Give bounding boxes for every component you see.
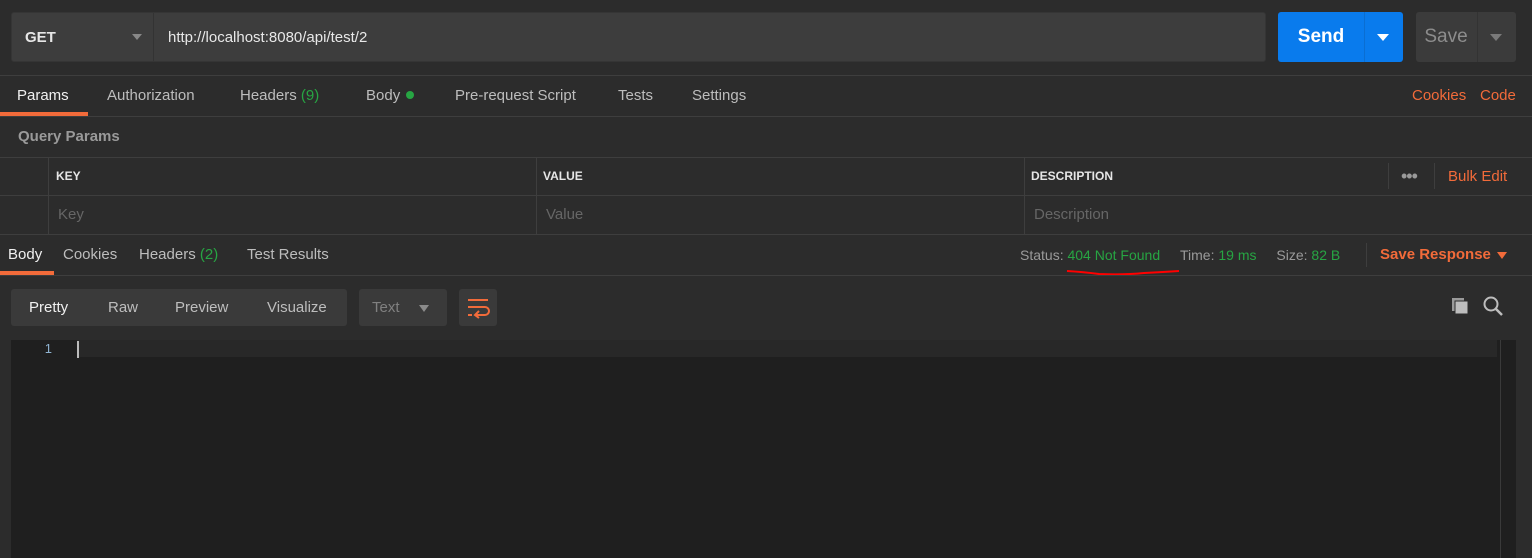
divider bbox=[1388, 163, 1389, 189]
tab-params[interactable]: Params bbox=[17, 76, 69, 116]
divider bbox=[0, 275, 1532, 276]
url-input[interactable]: http://localhost:8080/api/test/2 bbox=[168, 13, 367, 61]
view-preview[interactable]: Preview bbox=[175, 289, 228, 326]
divider bbox=[1364, 12, 1365, 62]
size-value: 82 B bbox=[1311, 247, 1341, 263]
key-input[interactable]: Key bbox=[58, 196, 84, 234]
tab-pre-request-script[interactable]: Pre-request Script bbox=[455, 76, 576, 116]
divider bbox=[1477, 12, 1478, 62]
value-input[interactable]: Value bbox=[546, 196, 583, 234]
headers-count: (2) bbox=[199, 246, 219, 263]
view-mode-selector: Pretty Raw Preview Visualize bbox=[11, 289, 347, 326]
divider bbox=[0, 195, 1532, 196]
send-button[interactable]: Send bbox=[1278, 12, 1403, 62]
save-response-chevron-icon[interactable] bbox=[1497, 252, 1507, 259]
column-divider bbox=[1024, 157, 1025, 234]
divider bbox=[1366, 243, 1367, 267]
chevron-down-icon bbox=[419, 305, 429, 312]
save-response-button[interactable]: Save Response bbox=[1380, 235, 1491, 275]
tab-tests[interactable]: Tests bbox=[618, 76, 653, 116]
save-options-chevron-icon[interactable] bbox=[1490, 34, 1502, 41]
status-value: 404 Not Found bbox=[1067, 247, 1161, 263]
bulk-edit-link[interactable]: Bulk Edit bbox=[1448, 157, 1507, 197]
column-header-value: VALUE bbox=[543, 169, 583, 183]
query-params-title: Query Params bbox=[18, 128, 120, 145]
column-divider bbox=[536, 157, 537, 234]
active-line-highlight bbox=[77, 340, 1497, 357]
send-options-chevron-icon[interactable] bbox=[1377, 34, 1389, 41]
copy-icon[interactable] bbox=[1450, 296, 1470, 316]
time-value: 19 ms bbox=[1218, 247, 1257, 263]
response-tab-body[interactable]: Body bbox=[8, 235, 42, 275]
tab-body[interactable]: Body bbox=[366, 76, 415, 116]
text-cursor bbox=[77, 341, 79, 358]
response-tab-test-results[interactable]: Test Results bbox=[247, 235, 329, 275]
tab-headers[interactable]: Headers (9) bbox=[240, 76, 319, 116]
send-label: Send bbox=[1297, 26, 1345, 47]
divider bbox=[1434, 163, 1435, 189]
tab-settings[interactable]: Settings bbox=[692, 76, 746, 116]
method-select[interactable]: GET bbox=[12, 13, 154, 61]
wrap-icon bbox=[468, 299, 490, 319]
search-icon[interactable] bbox=[1482, 295, 1504, 317]
view-visualize[interactable]: Visualize bbox=[267, 289, 327, 326]
scrollbar-track[interactable] bbox=[1500, 340, 1501, 558]
tab-authorization[interactable]: Authorization bbox=[107, 76, 195, 116]
chevron-down-icon bbox=[132, 34, 142, 40]
format-label: Text bbox=[372, 299, 400, 316]
ellipsis-icon[interactable]: ••• bbox=[1401, 167, 1418, 185]
divider bbox=[0, 157, 1532, 158]
column-divider bbox=[48, 157, 49, 234]
body-indicator-dot-icon bbox=[406, 91, 415, 99]
headers-count: (9) bbox=[300, 87, 320, 104]
code-link[interactable]: Code bbox=[1480, 76, 1516, 116]
column-header-key: KEY bbox=[56, 169, 81, 183]
response-tab-cookies[interactable]: Cookies bbox=[63, 235, 117, 275]
description-input[interactable]: Description bbox=[1034, 196, 1109, 234]
format-select[interactable]: Text bbox=[359, 289, 447, 326]
response-tab-headers[interactable]: Headers (2) bbox=[139, 235, 218, 275]
view-pretty[interactable]: Pretty bbox=[29, 289, 68, 326]
line-number: 1 bbox=[44, 341, 52, 356]
cookies-link[interactable]: Cookies bbox=[1412, 76, 1466, 116]
divider bbox=[0, 75, 1532, 76]
save-button[interactable]: Save bbox=[1416, 12, 1516, 62]
view-raw[interactable]: Raw bbox=[108, 289, 138, 326]
wrap-lines-button[interactable] bbox=[459, 289, 497, 326]
method-label: GET bbox=[25, 28, 56, 46]
response-body-editor[interactable]: 1 bbox=[11, 340, 1516, 558]
save-label: Save bbox=[1424, 26, 1468, 47]
column-header-description: DESCRIPTION bbox=[1031, 169, 1114, 183]
url-bar: GET http://localhost:8080/api/test/2 bbox=[11, 12, 1266, 62]
divider bbox=[0, 116, 1532, 117]
